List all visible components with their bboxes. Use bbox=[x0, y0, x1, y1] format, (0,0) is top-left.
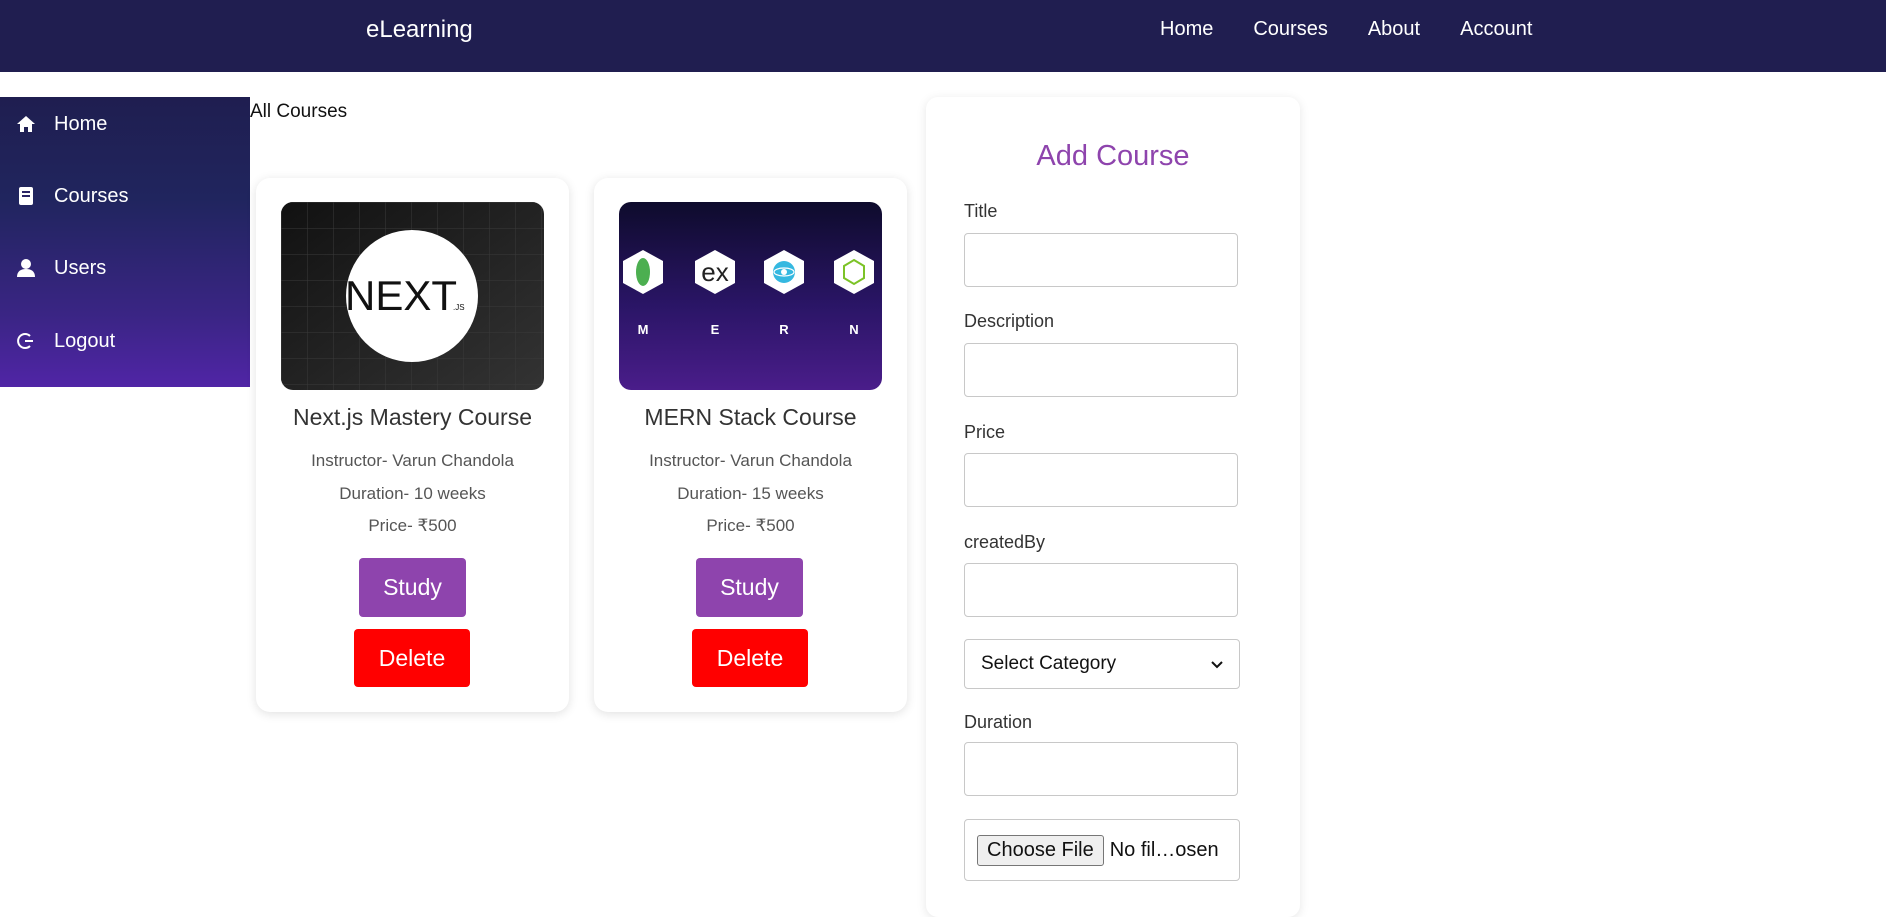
price-input[interactable] bbox=[964, 453, 1238, 507]
svg-text:NEXT: NEXT bbox=[345, 272, 457, 319]
sidebar-item-courses[interactable]: Courses bbox=[14, 184, 128, 208]
sidebar-item-label: Users bbox=[54, 256, 107, 279]
study-button[interactable]: Study bbox=[359, 558, 466, 617]
user-icon bbox=[14, 256, 38, 280]
page-title: All Courses bbox=[250, 101, 348, 122]
svg-text:N: N bbox=[849, 322, 858, 337]
price-label: Price bbox=[964, 422, 1006, 442]
course-thumbnail-nextjs: NEXT .JS bbox=[281, 202, 544, 390]
choose-file-button[interactable]: Choose File bbox=[977, 834, 1104, 866]
course-price: Price- ₹500 bbox=[706, 516, 795, 535]
duration-input[interactable] bbox=[964, 742, 1238, 796]
delete-button[interactable]: Delete bbox=[354, 629, 470, 687]
nav-courses-link[interactable]: Courses bbox=[1253, 18, 1327, 41]
createdby-input[interactable] bbox=[964, 563, 1238, 617]
category-select-value: Select Category bbox=[981, 653, 1117, 674]
course-instructor: Instructor- Varun Chandola bbox=[649, 451, 852, 470]
nav-home-link[interactable]: Home bbox=[1160, 18, 1213, 41]
course-title: MERN Stack Course bbox=[644, 404, 857, 430]
top-nav: Home Courses About Account bbox=[1160, 18, 1532, 41]
chevron-down-icon bbox=[1211, 653, 1223, 675]
svg-text:E: E bbox=[711, 322, 720, 337]
svg-text:R: R bbox=[779, 322, 789, 337]
admin-sidebar: Home Courses Users Logout bbox=[0, 97, 250, 387]
description-input[interactable] bbox=[964, 343, 1238, 397]
study-button[interactable]: Study bbox=[696, 558, 803, 617]
category-select[interactable]: Select Category bbox=[964, 639, 1240, 689]
course-card: NEXT .JS Next.js Mastery Course Instruct… bbox=[256, 178, 569, 712]
top-navbar: eLearning Home Courses About Account bbox=[0, 0, 1886, 72]
course-price: Price- ₹500 bbox=[368, 516, 457, 535]
duration-label: Duration bbox=[964, 712, 1033, 732]
sidebar-item-label: Home bbox=[54, 112, 108, 135]
delete-button[interactable]: Delete bbox=[692, 629, 808, 687]
file-status-text: No fil…osen bbox=[1109, 838, 1219, 861]
brand-logo-text[interactable]: eLearning bbox=[366, 16, 473, 44]
course-card: ex M E R N MERN Stack Course Instructor-… bbox=[594, 178, 907, 712]
svg-text:M: M bbox=[638, 322, 649, 337]
course-duration: Duration- 10 weeks bbox=[339, 484, 486, 503]
home-icon bbox=[14, 112, 38, 136]
createdby-label: createdBy bbox=[964, 532, 1046, 552]
nav-about-link[interactable]: About bbox=[1368, 18, 1420, 41]
file-upload-field: Choose File No fil…osen bbox=[964, 819, 1240, 881]
add-course-title: Add Course bbox=[1036, 140, 1190, 172]
sidebar-item-logout[interactable]: Logout bbox=[14, 329, 115, 353]
course-duration: Duration- 15 weeks bbox=[677, 484, 824, 503]
add-course-panel: Add Course Title Description Price creat… bbox=[926, 97, 1300, 917]
course-thumbnail-mern: ex M E R N bbox=[619, 202, 882, 390]
sidebar-item-users[interactable]: Users bbox=[14, 256, 106, 280]
course-title: Next.js Mastery Course bbox=[292, 404, 532, 430]
description-label: Description bbox=[964, 311, 1055, 331]
svg-text:.JS: .JS bbox=[453, 303, 465, 312]
sidebar-item-label: Logout bbox=[54, 329, 116, 352]
svg-text:ex: ex bbox=[701, 257, 728, 287]
course-instructor: Instructor- Varun Chandola bbox=[311, 451, 514, 470]
sidebar-item-label: Courses bbox=[54, 184, 129, 207]
logout-icon bbox=[14, 329, 38, 353]
book-icon bbox=[14, 184, 38, 208]
nav-account-link[interactable]: Account bbox=[1460, 18, 1532, 41]
title-input[interactable] bbox=[964, 233, 1238, 287]
title-label: Title bbox=[964, 201, 998, 221]
sidebar-item-home[interactable]: Home bbox=[14, 112, 107, 136]
